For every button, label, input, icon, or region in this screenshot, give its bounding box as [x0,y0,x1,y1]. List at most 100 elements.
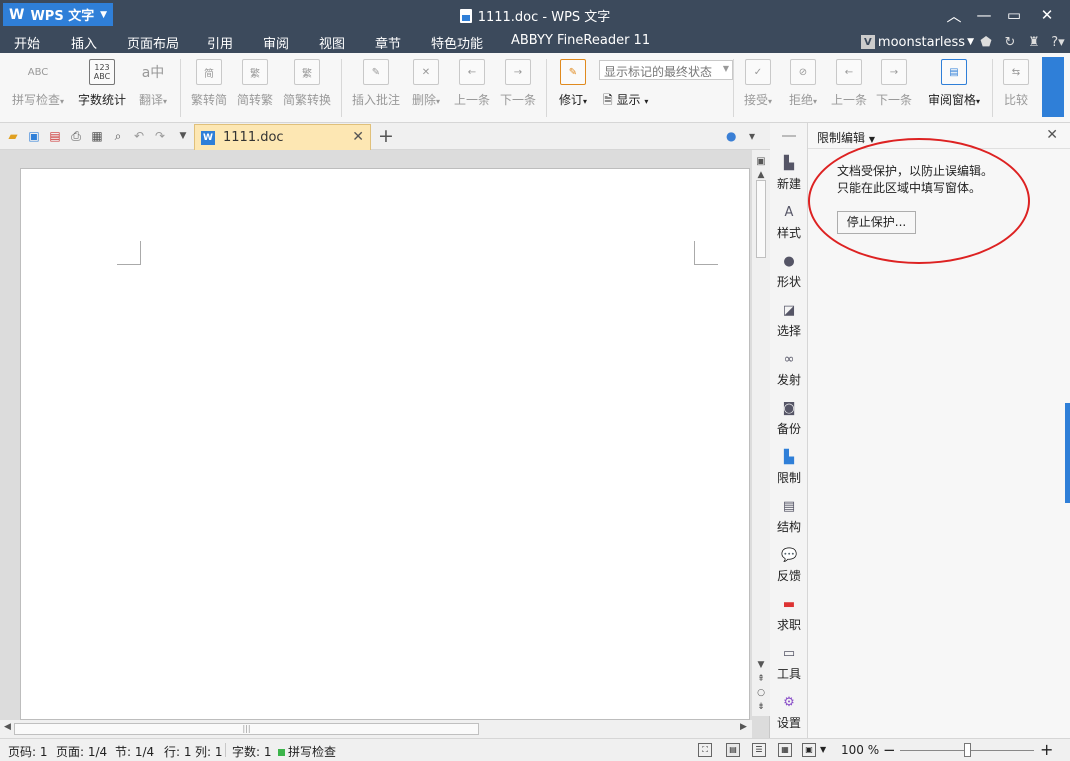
export-pdf-icon[interactable]: ▤ [48,129,62,143]
sync-icon[interactable]: ↻ [998,35,1022,50]
side-item-backup[interactable]: ◙ 备份 [770,401,808,437]
undo-icon[interactable]: ↶ [132,129,146,143]
tab-list-icon[interactable]: ▾ [749,129,755,143]
maximize-button[interactable]: ▭ [999,0,1029,30]
save-icon[interactable]: ▣ [27,129,41,143]
scroll-up-icon[interactable]: ▲ [756,170,766,180]
reject-button[interactable]: ⊘ 拒绝▾ [785,59,821,108]
outline-view-icon[interactable]: ☰ [752,743,766,757]
insert-comment-button[interactable]: ✎ 插入批注 [350,59,402,108]
minimize-button[interactable]: — [969,0,999,30]
styles-icon: A [784,205,794,220]
spell-check-button[interactable]: ABC 拼写检查▾ [9,59,67,108]
close-window-button[interactable]: ✕ [1032,0,1062,30]
menu-references[interactable]: 引用 [207,33,233,52]
track-changes-button[interactable]: ✎ 修订▾ [555,59,591,108]
menu-insert[interactable]: 插入 [71,33,97,52]
side-item-jobs[interactable]: ▬ 求职 [770,597,808,633]
tab-row: ▰ ▣ ▤ ⎙ ▦ ⌕ ↶ ↷ ▼ W 1111.doc ✕ + ● ▾ [0,123,770,150]
open-icon[interactable]: ▰ [6,129,20,143]
trad-to-simp-button[interactable]: 简 繁转简 [189,59,229,108]
zoom-slider-knob[interactable] [964,743,971,757]
side-item-shapes[interactable]: ● 形状 [770,254,808,290]
accept-button[interactable]: ✓ 接受▾ [740,59,776,108]
side-item-restrict[interactable]: ▙ 限制 [770,450,808,486]
side-item-new[interactable]: ▙ 新建 [770,156,808,192]
previous-change-button[interactable]: ← 上一条 [830,59,868,108]
side-item-send[interactable]: ∞ 发射 [770,352,808,388]
insert-comment-icon: ✎ [363,59,389,85]
stop-protection-button[interactable]: 停止保护... [837,211,916,234]
help-icon[interactable]: ?▾ [1046,35,1070,50]
close-tab-icon[interactable]: ✕ [352,129,364,145]
accept-icon: ✓ [745,59,771,85]
page-view-icon[interactable]: ▤ [726,743,740,757]
horizontal-scroll-thumb[interactable]: ||| [14,723,479,735]
ruler-toggle-icon[interactable]: ▣ [756,156,766,167]
translate-button[interactable]: a中 翻译▾ [134,59,172,108]
panel-collapse-handle[interactable] [1065,403,1070,503]
spell-check-status[interactable]: 拼写检查 [278,743,336,760]
scroll-down-icon[interactable]: ▼ [756,660,766,670]
shield-icon[interactable]: ⬟ [974,35,998,50]
vertical-scrollbar[interactable]: ▣ ▲ ▼ ⇞ ○ ⇟ [752,150,770,716]
scroll-left-icon[interactable]: ◀ [4,722,11,732]
zoom-in-button[interactable]: + [1040,740,1053,759]
full-screen-view-icon[interactable]: ⛶ [698,743,712,757]
markup-mode-select[interactable]: 显示标记的最终状态 ▼ [599,60,733,80]
side-item-select[interactable]: ◪ 选择 [770,303,808,339]
print-preview-icon[interactable]: ▦ [90,129,104,143]
zoom-out-button[interactable]: − [883,741,896,759]
cloud-icon[interactable]: ● [726,129,736,143]
previous-comment-button[interactable]: ← 上一条 [453,59,491,108]
document-tab[interactable]: W 1111.doc ✕ [194,124,371,150]
status-word-count[interactable]: 字数: 1 [232,743,272,760]
skin-icon[interactable]: ♜ [1022,35,1046,50]
horizontal-scrollbar[interactable]: ◀ ||| ▶ [0,720,752,738]
menu-start[interactable]: 开始 [14,33,40,52]
prev-page-icon[interactable]: ⇞ [756,674,766,684]
next-page-icon[interactable]: ⇟ [756,702,766,712]
preview-icon[interactable]: ⌕ [111,129,125,143]
link-icon: ∞ [783,352,795,367]
review-pane-button[interactable]: ▤ 审阅窗格▾ [923,59,985,108]
compare-button[interactable]: ⇆ 比较 [1000,59,1032,108]
web-view-icon[interactable]: ▦ [778,743,792,757]
document-page[interactable] [20,168,750,720]
new-tab-button[interactable]: + [378,125,394,147]
side-item-structure[interactable]: ▤ 结构 [770,499,808,535]
panel-header: 限制编辑 ▼ ✕ [808,123,1070,149]
side-item-feedback[interactable]: 💬 反馈 [770,548,808,584]
print-icon[interactable]: ⎙ [69,129,83,143]
reading-view-icon[interactable]: ▣ [802,743,816,757]
next-change-button[interactable]: → 下一条 [875,59,913,108]
select-browse-object-icon[interactable]: ○ [756,688,766,698]
side-item-styles[interactable]: A 样式 [770,205,808,241]
side-item-tools[interactable]: ▭ 工具 [770,646,808,682]
simp-trad-convert-button[interactable]: 繁 简繁转换 [282,59,332,108]
collapse-ribbon-button[interactable]: ︿ [939,0,969,30]
close-panel-icon[interactable]: ✕ [1046,127,1058,143]
side-item-settings[interactable]: ⚙ 设置 [770,695,808,731]
show-markup-button[interactable]: 🗎 显示 ▾ [603,91,648,112]
word-count-button[interactable]: 123 ABC 字数统计 [78,59,126,108]
menu-chapter[interactable]: 章节 [375,33,401,52]
panel-title[interactable]: 限制编辑 ▼ [817,129,875,146]
menu-special-features[interactable]: 特色功能 [431,33,483,52]
chevron-down-icon[interactable]: ▼ [820,745,826,754]
delete-comment-button[interactable]: ✕ 删除▾ [408,59,444,108]
scroll-right-icon[interactable]: ▶ [740,722,747,732]
redo-icon[interactable]: ↷ [153,129,167,143]
menu-review[interactable]: 审阅 [263,33,290,55]
menu-view[interactable]: 视图 [319,33,345,52]
menu-abbyy[interactable]: ABBYY FineReader 11 [511,33,650,48]
vertical-scroll-thumb[interactable] [756,180,766,258]
menu-page-layout[interactable]: 页面布局 [127,33,179,52]
user-name[interactable]: moonstarless [878,35,965,50]
ribbon-overflow-tab[interactable] [1042,57,1064,117]
simp-to-trad-button[interactable]: 繁 简转繁 [235,59,275,108]
next-comment-button[interactable]: → 下一条 [499,59,537,108]
chevron-down-icon[interactable]: ▼ [967,37,974,47]
customize-toolbar-icon[interactable]: ▼ [176,129,190,143]
zoom-level[interactable]: 100 % [841,743,879,757]
